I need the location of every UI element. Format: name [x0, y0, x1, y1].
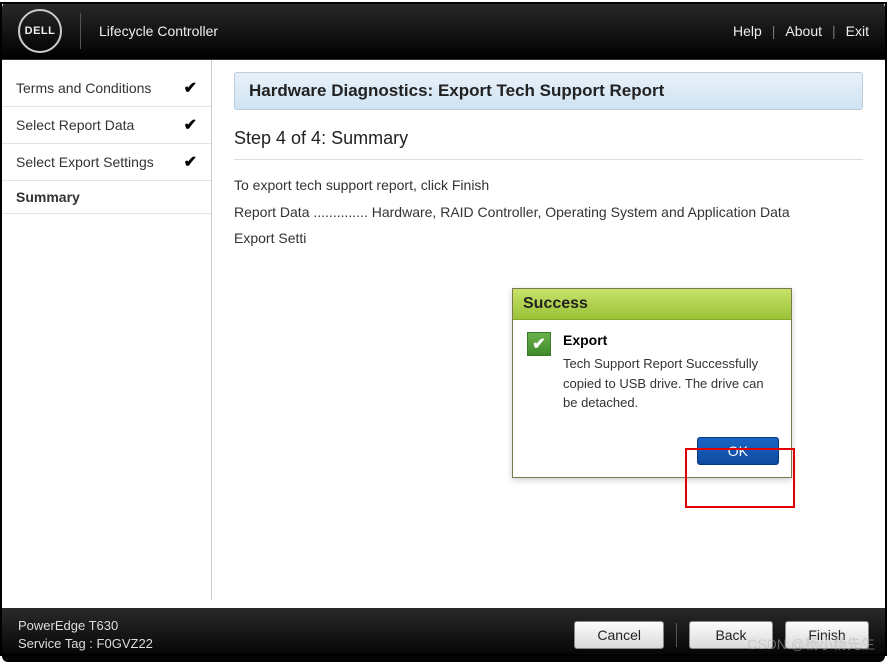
export-settings-label: Export Setti: [234, 230, 306, 246]
about-link[interactable]: About: [785, 23, 822, 39]
report-data-value: Hardware, RAID Controller, Operating Sys…: [372, 204, 790, 220]
success-dialog: Success ✔ Export Tech Support Report Suc…: [512, 288, 792, 478]
back-button[interactable]: Back: [689, 621, 773, 649]
report-data-row: Report Data .............. Hardware, RAI…: [234, 199, 863, 226]
sidebar-item-report-data[interactable]: Select Report Data ✔: [2, 107, 211, 144]
system-info: PowerEdge T630 Service Tag : F0GVZ22: [18, 617, 153, 653]
help-link[interactable]: Help: [733, 23, 762, 39]
dialog-footer: OK: [513, 429, 791, 477]
model-label: PowerEdge T630: [18, 617, 153, 635]
finish-button[interactable]: Finish: [785, 621, 869, 649]
sidebar-item-summary[interactable]: Summary: [2, 181, 211, 214]
topbar: DELL Lifecycle Controller Help | About |…: [2, 2, 885, 60]
sidebar-item-label: Select Export Settings: [16, 154, 154, 170]
dialog-text: Export Tech Support Report Successfully …: [563, 332, 777, 413]
app-title: Lifecycle Controller: [99, 23, 218, 39]
sidebar-item-label: Summary: [16, 189, 80, 205]
body: Terms and Conditions ✔ Select Report Dat…: [2, 60, 885, 600]
page-title: Hardware Diagnostics: Export Tech Suppor…: [234, 72, 863, 110]
check-icon: ✔: [184, 115, 197, 135]
dialog-body: ✔ Export Tech Support Report Successfull…: [513, 320, 791, 429]
step-title: Step 4 of 4: Summary: [234, 128, 863, 149]
dialog-title: Success: [513, 289, 791, 320]
report-data-label: Report Data: [234, 204, 309, 220]
dialog-subtitle: Export: [563, 332, 777, 348]
topbar-divider: [80, 13, 81, 49]
check-icon: ✔: [184, 78, 197, 98]
check-icon: ✔: [184, 152, 197, 172]
dotted-leader: ..............: [313, 204, 371, 220]
instruction-text: To export tech support report, click Fin…: [234, 172, 863, 199]
exit-link[interactable]: Exit: [846, 23, 869, 39]
service-tag-row: Service Tag : F0GVZ22: [18, 635, 153, 653]
sidebar-item-export-settings[interactable]: Select Export Settings ✔: [2, 144, 211, 181]
summary-text: To export tech support report, click Fin…: [234, 172, 863, 252]
footer-buttons: Cancel Back Finish: [574, 621, 869, 649]
separator: |: [832, 23, 836, 39]
footer: PowerEdge T630 Service Tag : F0GVZ22 Can…: [2, 608, 885, 662]
dialog-message: Tech Support Report Successfully copied …: [563, 354, 777, 413]
export-settings-row: Export Setti: [234, 225, 863, 252]
sidebar-item-terms[interactable]: Terms and Conditions ✔: [2, 70, 211, 107]
wizard-sidebar: Terms and Conditions ✔ Select Report Dat…: [2, 60, 212, 600]
separator: [676, 623, 677, 647]
topbar-links: Help | About | Exit: [733, 23, 869, 39]
success-check-icon: ✔: [527, 332, 551, 356]
ok-button[interactable]: OK: [697, 437, 779, 465]
sidebar-item-label: Select Report Data: [16, 117, 134, 133]
divider: [234, 159, 863, 160]
main-content: Hardware Diagnostics: Export Tech Suppor…: [212, 60, 885, 600]
dell-logo: DELL: [18, 9, 62, 53]
service-tag-value: F0GVZ22: [97, 636, 153, 651]
cancel-button[interactable]: Cancel: [574, 621, 664, 649]
service-tag-label: Service Tag :: [18, 636, 93, 651]
sidebar-item-label: Terms and Conditions: [16, 80, 151, 96]
separator: |: [772, 23, 776, 39]
